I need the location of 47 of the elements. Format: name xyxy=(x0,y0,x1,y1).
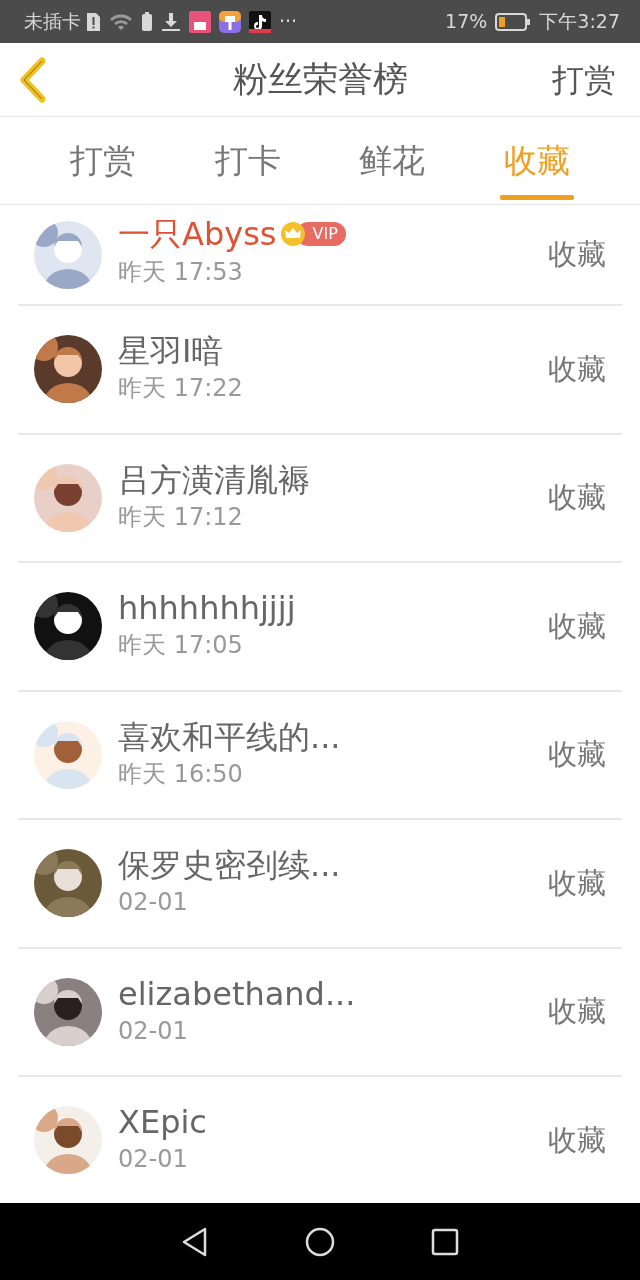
user-name: 一只Abyss xyxy=(118,215,277,254)
post-time: 昨天 17:05 xyxy=(118,630,244,662)
post-time: 02-01 xyxy=(118,1015,189,1047)
collect-button[interactable]: 收藏 xyxy=(548,476,606,520)
battery-percent-text: 17% xyxy=(445,9,488,35)
home-circle-icon xyxy=(305,1226,335,1257)
carrier-text: 未插卡 xyxy=(24,9,81,35)
sim-alert-icon xyxy=(85,11,101,32)
collect-button[interactable]: 收藏 xyxy=(548,1118,606,1162)
post-time: 昨天 16:50 xyxy=(118,758,244,790)
user-name: 星羽I暗 xyxy=(118,332,224,371)
post-time: 02-01 xyxy=(118,1144,189,1176)
home-button[interactable] xyxy=(305,1226,335,1257)
post-time: 02-01 xyxy=(118,887,189,919)
user-name: 保罗史密刭续... xyxy=(118,846,341,885)
tab[interactable]: 打赏 xyxy=(46,117,160,204)
app-icon xyxy=(219,10,241,33)
user-name: XEpic xyxy=(118,1103,207,1142)
recents-button[interactable] xyxy=(431,1227,459,1256)
reward-button[interactable]: 打赏 xyxy=(552,55,616,104)
post-time: 昨天 17:12 xyxy=(118,501,244,533)
app-icon xyxy=(249,10,271,33)
collect-button[interactable]: 收藏 xyxy=(548,733,606,777)
tab[interactable]: 鲜花 xyxy=(335,117,450,204)
collect-button[interactable]: 收藏 xyxy=(548,604,606,648)
back-nav-button[interactable] xyxy=(181,1226,209,1257)
page-title: 粉丝荣誉榜 xyxy=(232,58,408,102)
post-time: 昨天 17:22 xyxy=(118,373,243,405)
collect-button[interactable]: 收藏 xyxy=(548,347,606,391)
user-name: 喜欢和平线的... xyxy=(118,717,341,756)
collect-button[interactable]: 收藏 xyxy=(548,232,606,277)
collect-button[interactable]: 收藏 xyxy=(548,861,606,905)
user-name: 吕方潢清胤褥 xyxy=(118,460,310,499)
app-icon xyxy=(189,10,211,33)
user-name: hhhhhhhjjjj xyxy=(118,589,296,628)
post-time: 昨天 17:53 xyxy=(118,256,244,288)
battery-icon xyxy=(495,11,532,32)
user-name: elizabethand... xyxy=(118,974,356,1013)
back-triangle-icon xyxy=(181,1226,209,1257)
download-icon xyxy=(161,11,181,32)
clock-text: 下午3:27 xyxy=(539,9,620,35)
more-notifications-text: ··· xyxy=(279,9,298,35)
crown-icon xyxy=(280,221,307,248)
recents-square-icon xyxy=(431,1227,459,1256)
battery-icon xyxy=(141,11,153,32)
tab[interactable]: 打卡 xyxy=(190,117,305,204)
collect-button[interactable]: 收藏 xyxy=(548,990,606,1034)
